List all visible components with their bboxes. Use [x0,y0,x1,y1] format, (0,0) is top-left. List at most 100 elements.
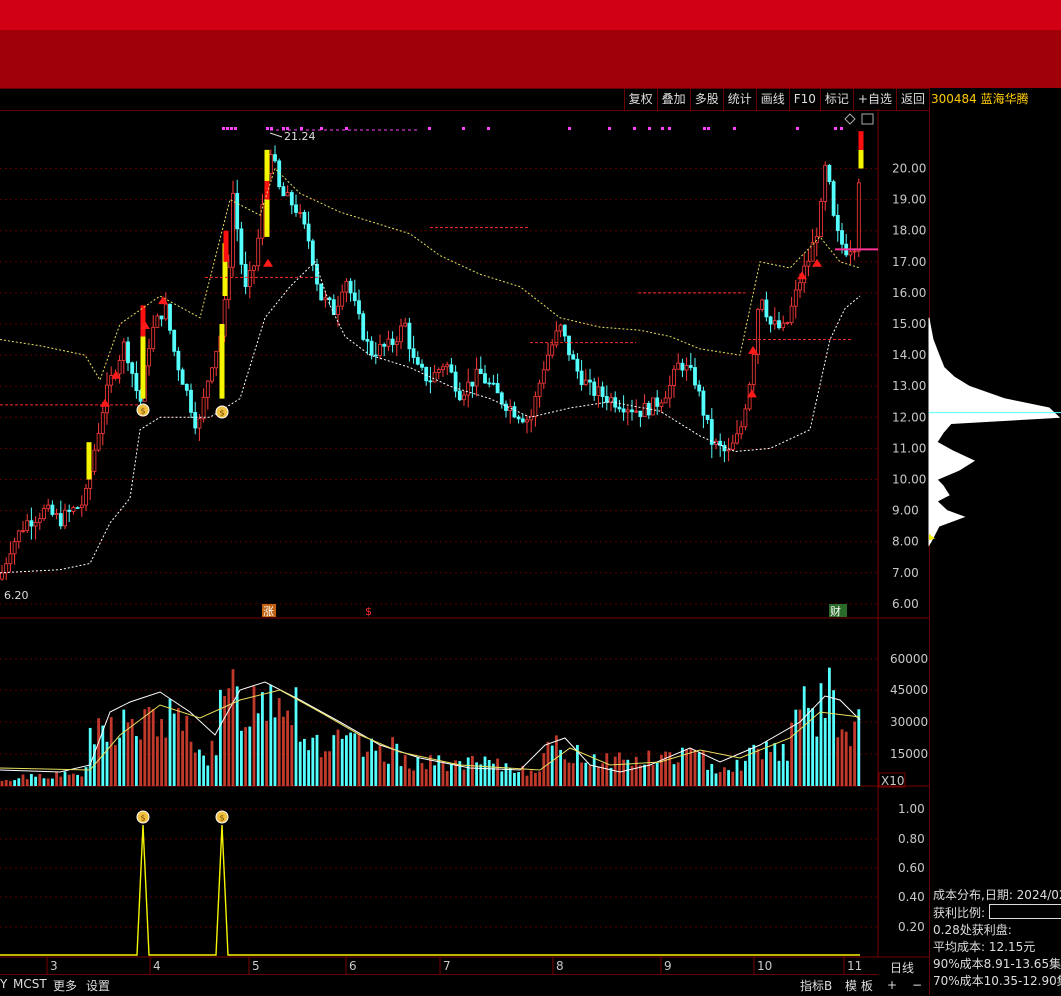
month-label: 7 [443,959,451,973]
price-tick: 11.00 [892,441,926,455]
volume-bar [25,779,29,786]
high-price-pointer [269,132,283,138]
volume-bar [823,717,827,786]
tab-y[interactable]: Y [0,977,7,991]
candle-body [239,228,244,265]
volume-tick: 15000 [890,747,928,761]
volume-bar [639,765,642,786]
candle-body [243,263,248,287]
volume-bar [227,688,231,786]
candle-body [75,507,80,509]
candle-body [684,365,689,371]
candle-body [827,164,832,183]
candle-body [63,509,67,527]
volume-tick: 45000 [890,683,928,697]
zoom-out-button[interactable]: − [912,978,922,992]
candle-body [180,369,185,385]
volume-bar [433,765,436,786]
candle-body [407,322,412,350]
indicator-b-button[interactable]: 指标B [800,977,832,994]
candle-body [680,362,685,371]
candle-body [163,303,168,320]
volume-bar [382,761,386,786]
candle-body [231,192,235,268]
candle-body [256,237,261,267]
volume-bar [185,715,189,786]
tab-more[interactable]: 更多 [53,977,77,994]
volume-bar [370,738,373,786]
volume-bar [517,772,520,786]
volume-bar [584,762,588,786]
candles [0,145,861,581]
volume-bar [744,760,747,786]
volume-bar [849,746,852,786]
candle-body [415,357,420,365]
volume-bar [345,735,348,786]
candle-body [856,182,861,252]
candle-body [25,520,30,531]
candle-body [470,381,475,387]
volume-bar [756,748,760,786]
candle-body [546,354,550,371]
volume-bar [786,760,789,786]
volume-bar [51,778,54,786]
tab-mcst[interactable]: MCST [13,977,47,991]
signal-bar-red [223,230,229,262]
candle-body [676,362,681,370]
volume-bar [462,769,466,786]
candle-body [37,518,42,523]
candle-body [306,223,311,242]
volume-bar [277,698,281,786]
candle-body [441,366,445,371]
money-bag-icon: $ [136,403,150,417]
price-tick: 19.00 [892,193,926,207]
candle-body [235,192,240,230]
volume-bar [689,748,693,786]
template-button[interactable]: 模 板 [845,977,873,994]
candle-body [8,553,13,565]
candle-body [625,409,630,413]
candle-body [739,426,744,435]
profit-ratio-input[interactable] [989,904,1061,919]
volume-bar [298,741,302,786]
volume-bar [676,762,680,786]
chart-diamond-icon [844,113,856,125]
buy-arrow [263,258,273,267]
volume-bar [702,751,705,786]
candle-body [331,299,336,316]
candle-body [100,412,105,434]
candle-body [378,343,382,356]
volume-bar [513,772,516,786]
candle-body [4,563,9,574]
top-marker [633,127,636,130]
zoom-in-button[interactable]: + [887,978,897,992]
profit-ratio-label: 获利比例: [933,906,986,920]
candle-body [445,364,450,368]
signal-bar [86,442,92,480]
volume-bar [256,713,260,786]
volume-bar [828,667,831,786]
kline-chart[interactable]: 20.00 19.00 18.00 17.00 16.00 15.00 14.00 13.00… [0,0,1061,995]
top-marker [462,127,465,130]
candle-body [126,341,130,364]
volume-bar [588,765,592,786]
volume-bar [563,759,567,786]
daily-period-button[interactable]: 日线 [890,959,914,976]
signal-bar [140,336,146,399]
volume-bar [126,722,130,786]
price-tick: 7.00 [892,566,919,580]
volume-bar [777,760,781,786]
volume-bar [55,771,58,786]
volume-bar [857,709,861,786]
volume-bar [597,766,600,786]
candle-body [16,530,21,543]
candle-body [105,384,109,414]
tab-settings[interactable]: 设置 [86,977,110,994]
volume-bar [672,764,676,786]
candle-body [806,260,811,267]
top-marker [796,127,799,130]
top-marker [707,127,710,130]
candle-body [390,338,395,345]
candle-body [617,406,622,410]
month-label: 10 [757,959,772,973]
